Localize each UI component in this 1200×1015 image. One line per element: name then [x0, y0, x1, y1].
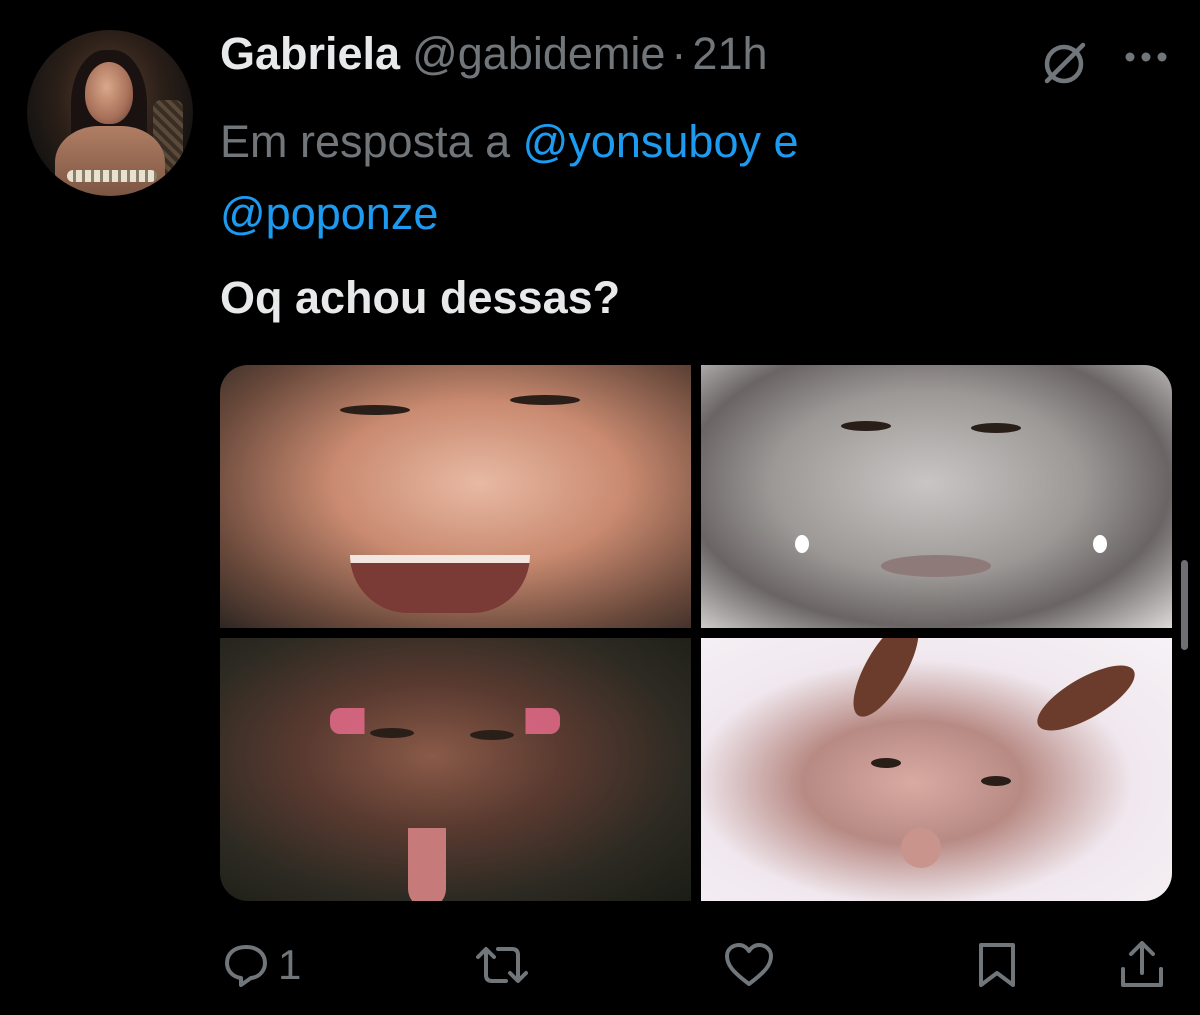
scrollbar[interactable]	[1181, 560, 1188, 650]
grok-icon[interactable]	[1038, 36, 1090, 88]
media-image[interactable]	[701, 638, 1172, 901]
tweet-header: Gabriela @gabidemie · 21h	[220, 28, 768, 84]
bookmark-icon	[979, 943, 1015, 987]
avatar-necklace	[67, 170, 157, 182]
mention-link[interactable]: @yonsuboy	[523, 116, 761, 167]
heart-icon	[725, 943, 773, 986]
media-image[interactable]	[701, 365, 1172, 628]
mention-joiner: e	[773, 116, 799, 167]
share-button[interactable]	[1118, 935, 1166, 995]
reply-count: 1	[278, 941, 302, 988]
avatar[interactable]	[27, 30, 193, 196]
retweet-button[interactable]	[474, 935, 530, 995]
media-grid	[220, 365, 1172, 901]
media-image[interactable]	[220, 638, 691, 901]
reply-prefix: Em resposta a	[220, 116, 511, 167]
like-button[interactable]	[723, 935, 775, 995]
author-name[interactable]: Gabriela	[220, 28, 400, 80]
more-icon[interactable]	[1124, 50, 1168, 64]
bookmark-button[interactable]	[975, 935, 1019, 995]
header-separator: ·	[671, 28, 687, 79]
mention-link[interactable]: @poponze	[220, 188, 438, 239]
action-bar: 1	[0, 935, 1200, 995]
retweet-icon	[476, 947, 528, 983]
author-handle[interactable]: @gabidemie	[412, 28, 665, 80]
media-image[interactable]	[220, 365, 691, 628]
reply-button[interactable]: 1	[222, 935, 301, 995]
avatar-body	[55, 126, 165, 196]
share-icon	[1121, 941, 1163, 987]
reply-icon	[225, 945, 267, 987]
avatar-face	[85, 62, 133, 124]
reply-context: Em resposta a @yonsuboy e @poponze	[220, 106, 1120, 250]
tweet-text: Oq achou dessas?	[220, 272, 621, 323]
timestamp[interactable]: 21h	[692, 28, 767, 80]
